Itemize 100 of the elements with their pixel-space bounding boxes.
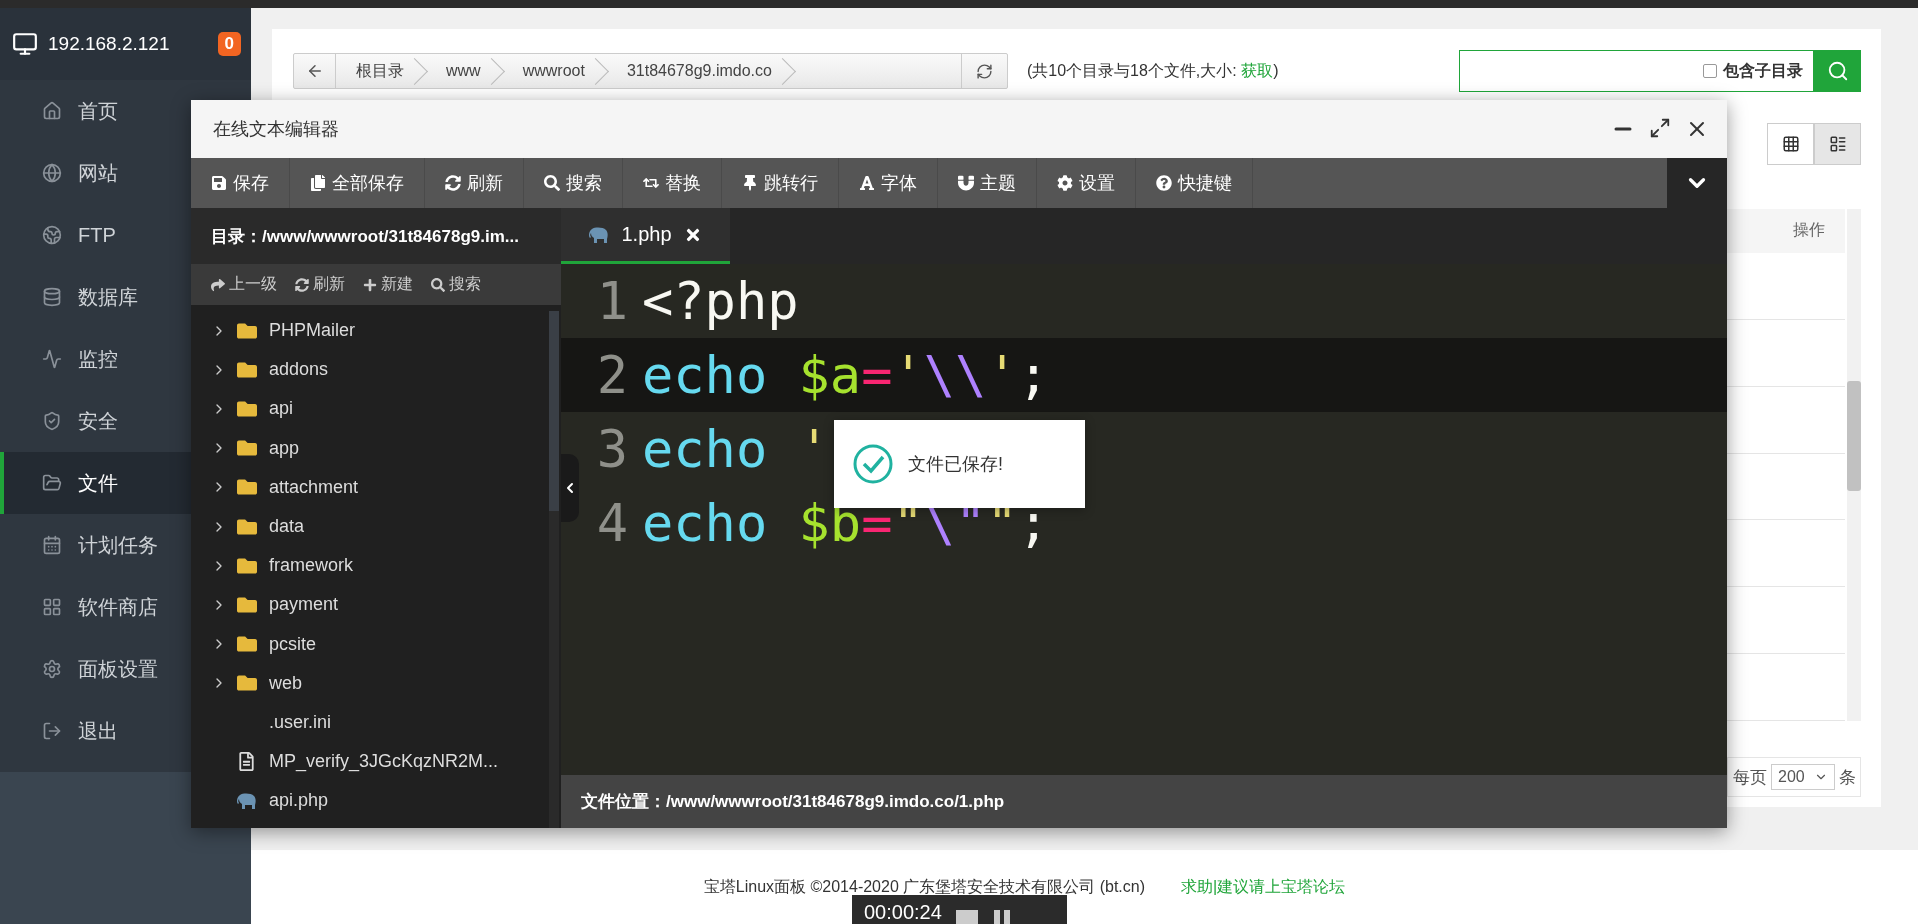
file-name: api.php [269, 790, 329, 812]
server-address: 192.168.2.121 [48, 33, 170, 55]
view-toggle-button[interactable] [1767, 123, 1814, 165]
file-name: pcsite [269, 633, 317, 655]
file-tree-item[interactable]: api.php [191, 781, 549, 821]
folder-icon [237, 477, 257, 498]
directory-path: 目录：/www/wwwroot/31t84678g9.im... [191, 208, 561, 264]
file-name: payment [269, 594, 339, 616]
document-icon [237, 752, 256, 772]
column-header: 操作 [1793, 220, 1825, 241]
refresh-icon [975, 62, 993, 80]
maximize-icon[interactable] [1649, 117, 1671, 139]
sidebar-label: 文件 [78, 470, 118, 496]
plus-icon [363, 277, 377, 292]
subdirectory-checkbox[interactable] [1703, 64, 1717, 78]
tree-action-button[interactable]: 上一级 [211, 274, 277, 295]
list-icon [1828, 135, 1847, 153]
sidebar-label: 监控 [78, 346, 118, 372]
file-location: 文件位置：/www/wwwroot/31t84678g9.imdo.co/1.php [561, 775, 1727, 828]
folder-icon [237, 438, 257, 459]
settings-icon [1057, 175, 1073, 191]
search-icon [544, 175, 560, 191]
file-name: framework [269, 555, 353, 577]
file-name: data [269, 516, 305, 538]
sidebar-label: 首页 [78, 98, 118, 124]
file-name: attachment [269, 476, 359, 498]
line-number: 4 [595, 493, 629, 553]
search-icon [1826, 60, 1849, 82]
stop-icon[interactable] [955, 908, 978, 924]
sidebar-label: 数据库 [78, 284, 138, 310]
copy-icon [310, 175, 326, 191]
line-number: 3 [595, 419, 629, 479]
code-line: echo $a='\\'; [642, 345, 1050, 405]
folder-summary: (共10个目录与18个文件,大小: 获取) [1026, 60, 1279, 81]
file-name: .user.ini [269, 711, 332, 733]
copyright-text: 宝塔Linux面板 ©2014-2020 广东堡塔安全技术有限公司 (bt.cn) [703, 876, 1146, 897]
swap-icon [643, 175, 659, 191]
toolbar-collapse-button[interactable] [1667, 158, 1727, 208]
sidebar-label: 退出 [78, 718, 118, 744]
page-size-select[interactable]: 200 [1771, 764, 1835, 790]
toast-text: 文件已保存! [908, 453, 1003, 476]
calendar-icon [42, 535, 62, 555]
shield-icon [42, 411, 62, 431]
tree-action-button[interactable]: 搜索 [431, 274, 481, 295]
tree-action-button[interactable]: 新建 [363, 274, 413, 295]
search-button[interactable] [1814, 50, 1861, 92]
file-name: api [269, 398, 294, 420]
file-name: app [269, 437, 300, 459]
search-icon [431, 277, 445, 292]
monitor-icon [12, 31, 38, 57]
pin-icon [742, 175, 758, 191]
database-icon [42, 287, 62, 307]
line-number: 2 [595, 345, 629, 405]
pause-icon[interactable] [991, 908, 1012, 924]
sidebar-label: 软件商店 [78, 594, 158, 620]
scrollbar[interactable] [1847, 209, 1861, 721]
file-name: addons [269, 359, 329, 381]
chart-icon [42, 349, 62, 369]
sidebar-label: 网站 [78, 160, 118, 186]
breadcrumb-link[interactable]: www [426, 54, 503, 88]
elephant-icon [589, 226, 610, 243]
search-field[interactable]: 包含子目录 [1459, 50, 1814, 92]
page-size-label: 每页 [1733, 766, 1767, 789]
window-title: 在线文本编辑器 [213, 118, 339, 141]
magnet-icon [958, 175, 974, 191]
page-size-unit: 条 [1839, 766, 1856, 789]
file-name: MP_verify_3JGcKqzNR2M... [269, 751, 499, 773]
sidebar-label: 安全 [78, 408, 118, 434]
grid-icon [42, 597, 62, 617]
elephant-icon [237, 792, 257, 809]
file-name: web [269, 672, 303, 694]
scrollbar[interactable] [549, 311, 559, 828]
file-tab[interactable]: 1.php [561, 208, 730, 264]
help-icon [1156, 175, 1172, 191]
share-arrow-icon [211, 277, 225, 292]
home-icon [42, 101, 62, 121]
grid-icon [1781, 135, 1800, 153]
network-icon [42, 225, 62, 245]
line-number: 1 [595, 271, 629, 331]
code-line: echo ' [642, 419, 830, 479]
code-line: <?php [642, 271, 799, 331]
checkbox-label: 包含子目录 [1723, 60, 1803, 81]
file-name: PHPMailer [269, 320, 356, 342]
gear-icon [42, 659, 62, 679]
sidebar-label: 计划任务 [78, 532, 158, 558]
tree-action-button[interactable]: 刷新 [295, 274, 345, 295]
font-icon [859, 175, 875, 191]
sidebar-label: 面板设置 [78, 656, 158, 682]
globe-icon [42, 163, 62, 183]
refresh-icon [445, 175, 461, 191]
folder-icon [237, 634, 257, 655]
breadcrumb-link[interactable]: 根目录 [336, 54, 426, 88]
refresh-icon [295, 277, 309, 292]
view-toggle-button[interactable] [1814, 123, 1861, 165]
save-icon [211, 175, 227, 191]
collapse-handle[interactable] [561, 454, 579, 522]
breadcrumb-link[interactable]: wwwroot [502, 54, 607, 88]
tab-label: 1.php [621, 223, 672, 246]
logout-icon [42, 721, 62, 741]
breadcrumb-link[interactable]: 31t84678g9.imdo.co [606, 54, 794, 88]
